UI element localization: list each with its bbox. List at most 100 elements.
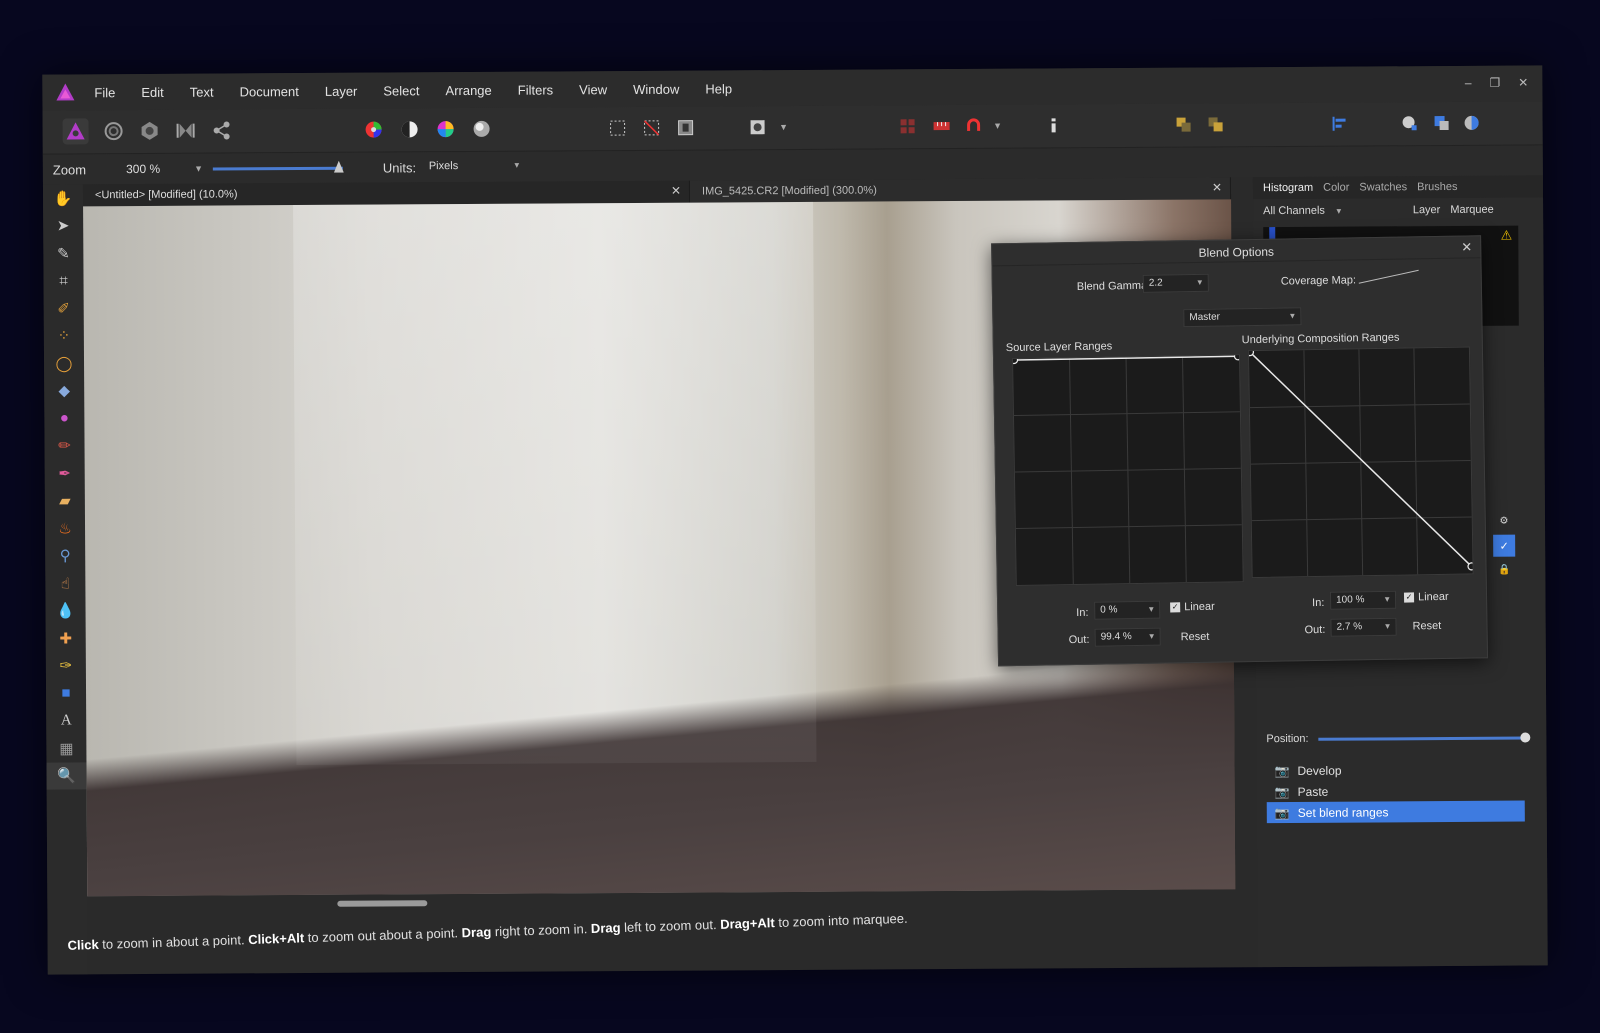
menu-select[interactable]: Select <box>383 83 419 98</box>
smudge-icon[interactable]: ☝ <box>45 569 85 597</box>
source-ranges-graph[interactable] <box>1012 354 1244 587</box>
history-item[interactable]: 📷 Paste <box>1267 780 1525 803</box>
history-item[interactable]: 📷 Develop <box>1266 759 1524 782</box>
marquee-clear-icon[interactable] <box>639 115 665 141</box>
source-range-node[interactable] <box>1013 355 1019 365</box>
layer-checkbox-label[interactable]: Layer <box>1413 204 1441 216</box>
ruler-icon[interactable] <box>929 113 955 139</box>
coverage-map-curve[interactable] <box>1358 269 1420 284</box>
magnet-icon[interactable] <box>961 113 987 139</box>
menu-window[interactable]: Window <box>633 81 679 96</box>
source-linear-checkbox[interactable]: ✓ <box>1170 602 1181 613</box>
blend-gamma-field[interactable]: 2.2 ▼ <box>1142 273 1209 293</box>
warning-icon[interactable]: ⚠ <box>1501 228 1513 244</box>
zoom-slider[interactable] <box>212 166 343 171</box>
position-slider-thumb[interactable] <box>1520 732 1531 743</box>
underlying-range-svg[interactable] <box>1248 347 1473 577</box>
menu-view[interactable]: View <box>579 82 607 97</box>
sphere-icon[interactable] <box>469 116 495 142</box>
hue-wheel-icon[interactable] <box>433 116 459 142</box>
history-item[interactable]: 📷 Set blend ranges <box>1266 800 1525 824</box>
crop-icon[interactable]: ⌗ <box>43 267 83 295</box>
gear-icon[interactable]: ⚙ <box>1500 516 1509 527</box>
visibility-checkbox[interactable]: ✓ <box>1493 534 1516 557</box>
persona-liquify-icon[interactable] <box>101 118 127 144</box>
fill-icon[interactable]: ◆ <box>44 377 84 405</box>
tab-swatches[interactable]: Swatches <box>1359 181 1407 193</box>
channel-select[interactable]: All Channels <box>1263 205 1325 217</box>
close-button[interactable]: ✕ <box>1518 76 1528 90</box>
selection-brush-icon[interactable]: ✐ <box>44 294 84 322</box>
menu-edit[interactable]: Edit <box>141 84 163 99</box>
clone-icon[interactable]: ⚲ <box>45 542 85 570</box>
minimize-button[interactable]: – <box>1465 76 1472 90</box>
tab-brushes[interactable]: Brushes <box>1417 181 1457 193</box>
lasso-icon[interactable] <box>1429 110 1455 136</box>
pen-icon[interactable]: ✑ <box>46 652 86 680</box>
tab-histogram[interactable]: Histogram <box>1263 182 1313 194</box>
info-icon[interactable] <box>1041 112 1067 138</box>
zoom-icon[interactable]: 🔍 <box>46 761 87 790</box>
zoom-dropdown-icon[interactable]: ▼ <box>194 164 203 174</box>
circle-icon[interactable] <box>1459 110 1485 136</box>
underlying-ranges-graph[interactable] <box>1247 346 1474 579</box>
arrange-front-icon[interactable] <box>1203 111 1229 137</box>
flood-select-icon[interactable]: ⁘ <box>44 322 84 350</box>
underlying-range-node[interactable] <box>1248 347 1255 357</box>
arrange-back-icon[interactable] <box>1171 112 1197 138</box>
persona-develop-icon[interactable] <box>137 118 163 144</box>
underlying-linear-checkbox[interactable]: ✓ <box>1403 592 1415 603</box>
brush-icon[interactable] <box>1397 110 1423 136</box>
units-select[interactable]: Pixels ▼ <box>425 157 525 178</box>
source-reset-button[interactable]: Reset <box>1181 631 1210 643</box>
menu-document[interactable]: Document <box>240 84 299 99</box>
menu-filters[interactable]: Filters <box>518 82 553 97</box>
scrollbar-thumb[interactable] <box>337 900 428 907</box>
marquee-invert-icon[interactable] <box>673 115 699 141</box>
hand-icon[interactable]: ✋ <box>43 184 83 212</box>
restore-button[interactable]: ❐ <box>1489 76 1500 90</box>
position-slider[interactable] <box>1318 732 1531 743</box>
paint-brush-icon[interactable]: ✏ <box>44 432 84 460</box>
grid-icon[interactable] <box>895 113 921 139</box>
eyedropper-icon[interactable]: ✎ <box>43 239 83 267</box>
underlying-reset-button[interactable]: Reset <box>1412 620 1441 632</box>
align-icon[interactable] <box>1327 111 1353 137</box>
underlying-in-field[interactable]: 100 % ▼ <box>1329 590 1397 610</box>
menu-layer[interactable]: Layer <box>325 83 358 98</box>
half-circle-icon[interactable] <box>397 116 423 142</box>
channel-select[interactable]: Master ▼ <box>1183 307 1302 328</box>
close-icon[interactable]: ✕ <box>671 184 681 198</box>
close-icon[interactable]: ✕ <box>1212 180 1222 194</box>
color-replace-icon[interactable]: ✒ <box>45 459 85 487</box>
source-out-field[interactable]: 99.4 % ▼ <box>1094 627 1161 647</box>
eraser-icon[interactable]: ▰ <box>45 487 85 515</box>
chevron-down-icon[interactable]: ▼ <box>1335 206 1343 215</box>
pointer-icon[interactable]: ➤ <box>43 212 83 240</box>
persona-tone-map-icon[interactable] <box>173 118 199 144</box>
healing-icon[interactable]: ✚ <box>46 624 86 652</box>
snapping-dropdown-icon[interactable]: ▼ <box>985 113 1011 139</box>
lock-icon[interactable]: 🔒 <box>1498 565 1511 576</box>
shape-icon[interactable]: ■ <box>46 679 86 707</box>
underlying-range-node[interactable] <box>1467 562 1473 571</box>
source-range-svg[interactable] <box>1013 355 1243 585</box>
quickmask-dropdown-icon[interactable]: ▼ <box>771 114 797 140</box>
menu-text[interactable]: Text <box>190 84 214 99</box>
menu-file[interactable]: File <box>94 85 115 100</box>
marquee-checkbox-label[interactable]: Marquee <box>1450 204 1493 216</box>
source-range-node[interactable] <box>1233 355 1243 361</box>
blur-icon[interactable]: 💧 <box>45 597 85 625</box>
mesh-icon[interactable]: ▦ <box>46 734 86 762</box>
menu-help[interactable]: Help <box>705 81 732 96</box>
underlying-range-curve[interactable] <box>1249 348 1473 570</box>
freehand-select-icon[interactable]: ◯ <box>44 349 84 377</box>
zoom-value[interactable]: 300 % <box>126 162 160 176</box>
gradient-icon[interactable]: ● <box>44 404 84 432</box>
quickmask-icon[interactable] <box>745 114 771 140</box>
menu-arrange[interactable]: Arrange <box>445 82 491 97</box>
underlying-out-field[interactable]: 2.7 % ▼ <box>1330 617 1397 637</box>
close-icon[interactable]: ✕ <box>1461 239 1472 255</box>
dodge-icon[interactable]: ♨ <box>45 514 85 542</box>
source-in-field[interactable]: 0 % ▼ <box>1094 600 1161 620</box>
